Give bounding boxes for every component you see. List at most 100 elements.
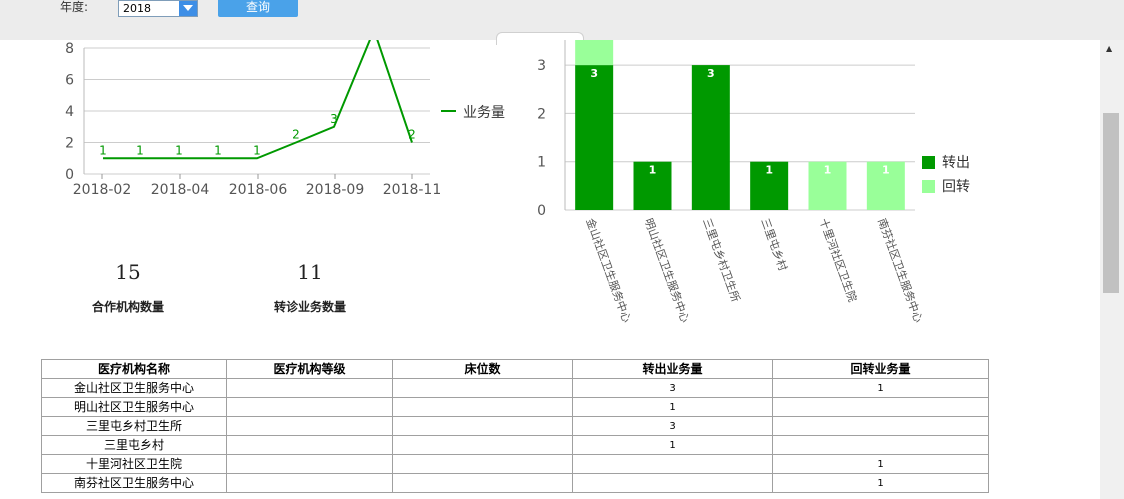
y-tick-label: 2 <box>537 106 546 122</box>
year-label: 年度: <box>60 0 89 14</box>
legend-swatch-back <box>922 180 935 193</box>
bar-out-label: 3 <box>590 67 598 80</box>
table-header-cell: 回转业务量 <box>772 359 989 379</box>
x-tick-label: 三里屯乡村卫生所 <box>700 216 743 303</box>
table-cell: 3 <box>572 416 773 436</box>
legend-swatch-out <box>922 156 935 169</box>
table-row: 明山社区卫生服务中心 1 <box>41 397 989 417</box>
line-series <box>103 40 413 160</box>
x-tick-label: 明山社区卫生服务中心 <box>642 216 693 324</box>
dropdown-arrow[interactable] <box>179 1 197 16</box>
table-cell <box>392 454 573 474</box>
table-cell: 1 <box>772 378 989 398</box>
bar-chart: 0 1 2 3 3 1 3 1 1 1 金山社区卫生服务中心 明山社区卫生服务中心 三里屯乡村卫生所… <box>537 40 970 324</box>
y-tick-label: 3 <box>537 58 546 74</box>
table-cell: 金山社区卫生服务中心 <box>41 378 227 398</box>
x-tick-label: 2018-09 <box>306 182 365 198</box>
year-select[interactable]: 2018 <box>118 0 198 17</box>
line-chart-x-ticks: 2018-02 2018-04 2018-06 2018-09 2018-11 <box>73 174 442 198</box>
scrollbar-thumb[interactable] <box>1103 113 1119 293</box>
x-tick-label: 金山社区卫生服务中心 <box>583 216 634 324</box>
line-legend-label: 业务量 <box>463 105 505 121</box>
year-select-value: 2018 <box>123 2 151 15</box>
x-tick-label: 2018-06 <box>229 182 288 198</box>
table-cell <box>226 473 393 493</box>
table-cell: 三里屯乡村卫生所 <box>41 416 227 436</box>
table-header-row: 医疗机构名称 医疗机构等级 床位数 转出业务量 回转业务量 <box>41 359 989 379</box>
x-tick-label: 2018-04 <box>151 182 210 198</box>
bar-out-label: 3 <box>707 67 715 80</box>
table-cell: 三里屯乡村 <box>41 435 227 455</box>
table-cell <box>226 416 393 436</box>
bar-back-label: 1 <box>824 164 832 177</box>
table-row: 三里屯乡村卫生所 3 <box>41 416 989 436</box>
data-label: 1 <box>214 143 222 157</box>
table-cell: 1 <box>772 454 989 474</box>
table-cell: 1 <box>572 435 773 455</box>
scroll-up-arrow-icon[interactable]: ▲ <box>1106 44 1112 53</box>
bar-back-label: 1 <box>882 164 890 177</box>
table-cell <box>772 416 989 436</box>
table-cell: 1 <box>572 397 773 417</box>
x-tick-label: 十里河社区卫生院 <box>817 216 860 303</box>
x-tick-label: 2018-02 <box>73 182 132 198</box>
table-cell <box>226 397 393 417</box>
data-label: 1 <box>136 143 144 157</box>
table-header-cell: 医疗机构等级 <box>226 359 393 379</box>
y-tick-label: 2 <box>65 136 74 152</box>
institution-table: 医疗机构名称 医疗机构等级 床位数 转出业务量 回转业务量 金山社区卫生服务中心 3 1 明山… <box>41 359 989 493</box>
table-header-cell: 医疗机构名称 <box>41 359 227 379</box>
y-tick-label: 6 <box>65 73 74 89</box>
table-cell <box>572 454 773 474</box>
bar-out-label: 1 <box>649 164 657 177</box>
table-cell <box>392 416 573 436</box>
table-row: 三里屯乡村 1 <box>41 435 989 455</box>
table-cell <box>772 397 989 417</box>
bar-chart-grid <box>564 40 915 211</box>
y-tick-label: 8 <box>65 41 74 57</box>
table-row: 金山社区卫生服务中心 3 1 <box>41 378 989 398</box>
table-header-cell: 转出业务量 <box>572 359 773 379</box>
chevron-down-icon <box>183 5 193 11</box>
data-label: 2 <box>292 128 300 142</box>
table-cell <box>772 435 989 455</box>
bar-legend-out: 转出 <box>942 155 970 171</box>
y-tick-label: 1 <box>537 155 546 171</box>
table-row: 十里河社区卫生院 1 <box>41 454 989 474</box>
bar-back <box>575 40 614 66</box>
line-point-labels: 1 1 1 1 1 2 3 2 <box>99 112 416 158</box>
data-label: 1 <box>253 143 261 157</box>
bar-chart-y-ticks: 0 1 2 3 <box>537 58 546 219</box>
query-button[interactable]: 查询 <box>218 0 298 17</box>
table-cell: 十里河社区卫生院 <box>41 454 227 474</box>
table-cell: 3 <box>572 378 773 398</box>
table-cell: 南芬社区卫生服务中心 <box>41 473 227 493</box>
x-tick-label: 2018-11 <box>383 182 442 198</box>
line-chart-y-ticks: 0 2 4 6 8 <box>65 41 74 183</box>
bar-out <box>691 65 730 210</box>
data-label: 3 <box>330 112 338 126</box>
table-cell: 1 <box>772 473 989 493</box>
bar-out <box>575 65 614 210</box>
data-label: 1 <box>175 143 183 157</box>
referral-count-value: 11 <box>297 260 323 284</box>
partner-count-value: 15 <box>115 260 141 284</box>
table-cell <box>226 378 393 398</box>
table-cell <box>392 435 573 455</box>
table-cell <box>226 454 393 474</box>
table-cell <box>392 397 573 417</box>
table-cell <box>226 435 393 455</box>
y-tick-label: 0 <box>537 203 546 219</box>
table-cell: 明山社区卫生服务中心 <box>41 397 227 417</box>
referral-count-label: 转诊业务数量 <box>273 300 346 314</box>
table-cell <box>572 473 773 493</box>
y-tick-label: 0 <box>65 167 74 183</box>
table-header-cell: 床位数 <box>392 359 573 379</box>
data-label: 1 <box>99 143 107 157</box>
bar-legend-back: 回转 <box>942 179 970 195</box>
x-tick-label: 南芬社区卫生服务中心 <box>875 216 926 324</box>
bar-out-label: 1 <box>765 164 773 177</box>
y-tick-label: 4 <box>65 104 74 120</box>
bar-chart-x-labels: 金山社区卫生服务中心 明山社区卫生服务中心 三里屯乡村卫生所 三里屯乡村 十里河社区卫生… <box>583 216 925 324</box>
table-cell <box>392 378 573 398</box>
